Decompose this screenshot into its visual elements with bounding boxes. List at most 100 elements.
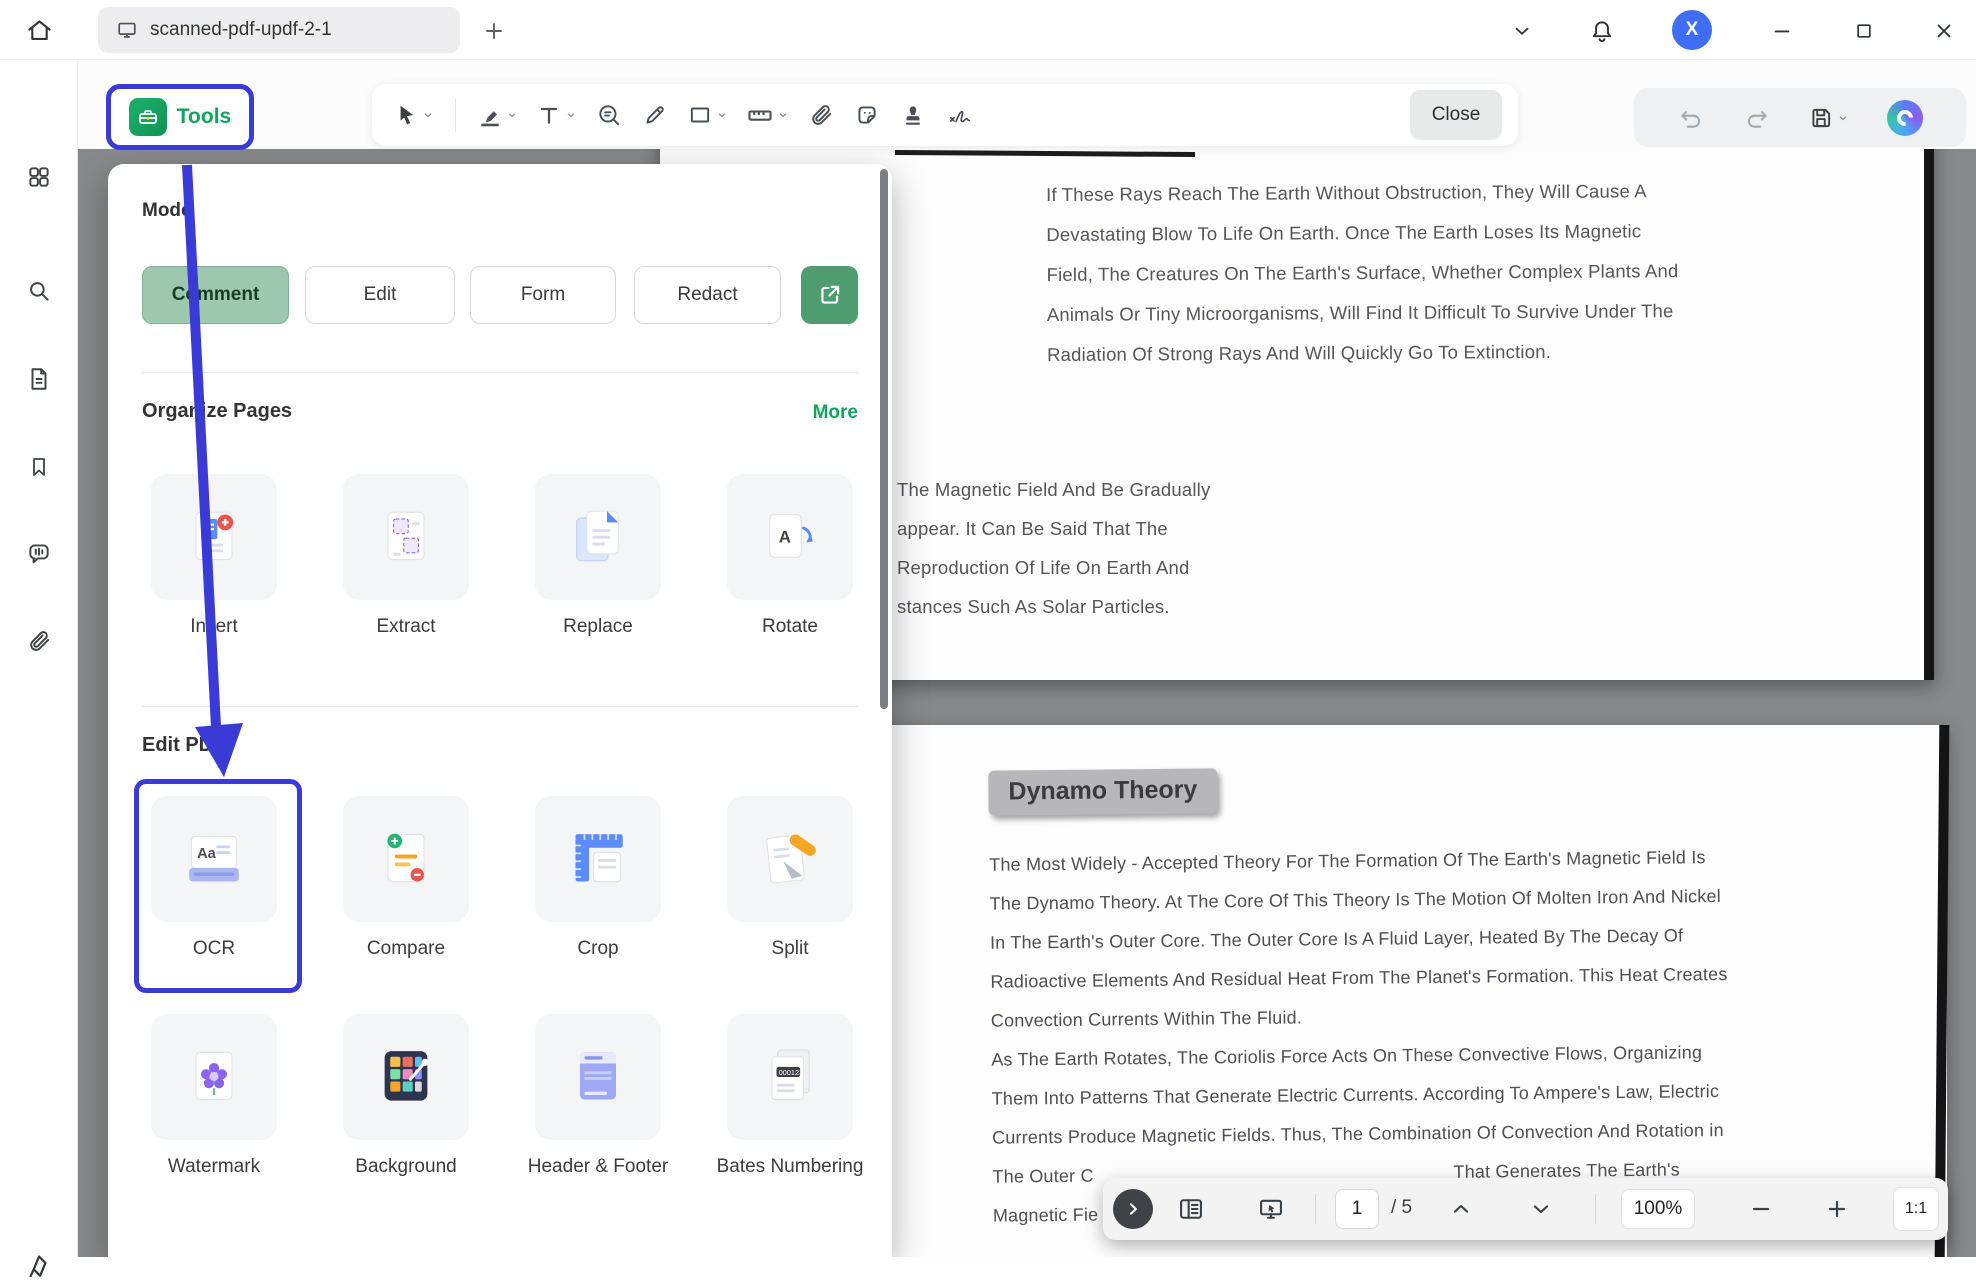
next-page-button[interactable] <box>1523 1191 1559 1227</box>
mode-edit-button[interactable]: Edit <box>305 266 455 324</box>
tool-card-header-footer[interactable]: Header & Footer <box>523 1014 673 1178</box>
shape-tool[interactable] <box>682 92 733 138</box>
zoom-in-button[interactable] <box>1819 1191 1855 1227</box>
sidebar-item-apps[interactable] <box>20 158 58 196</box>
redo-button[interactable] <box>1738 95 1776 141</box>
mode-redact-button[interactable]: Redact <box>634 266 781 324</box>
user-avatar[interactable]: X <box>1672 10 1712 50</box>
maximize-icon <box>1854 21 1874 41</box>
stamp-icon <box>900 102 926 128</box>
bates-numbering-icon: 000123 <box>727 1014 853 1140</box>
tab-list-button[interactable] <box>1504 14 1540 48</box>
tool-card-crop[interactable]: Crop <box>523 796 673 960</box>
note-search-icon <box>596 102 622 128</box>
maximize-button[interactable] <box>1846 14 1882 48</box>
ai-assistant-button[interactable] <box>1882 95 1928 141</box>
chevron-down-icon <box>716 109 728 121</box>
select-cursor-icon <box>393 102 419 128</box>
more-link[interactable]: More <box>813 402 858 424</box>
divider <box>1595 1194 1596 1224</box>
panel-scrollbar[interactable] <box>880 169 888 709</box>
text-tool[interactable] <box>531 92 582 138</box>
sidebar-item-documents[interactable] <box>20 360 58 398</box>
shape-icon <box>687 102 713 128</box>
attach-icon <box>808 102 834 128</box>
chevron-down-icon <box>1529 1197 1553 1221</box>
zoom-out-button[interactable] <box>1743 1191 1779 1227</box>
sticker-tool[interactable] <box>848 92 886 138</box>
sidebar-item-editor[interactable] <box>20 1248 58 1286</box>
tool-card-compare[interactable]: Compare <box>331 796 481 960</box>
tool-card-label: Insert <box>190 616 238 638</box>
tool-card-label: Split <box>772 938 809 960</box>
page-number-input[interactable] <box>1335 1189 1379 1229</box>
mode-comment-button[interactable]: Comment <box>142 266 289 324</box>
open-in-new-window-button[interactable] <box>801 266 858 324</box>
signature-tool[interactable] <box>940 92 980 138</box>
stamp-tool[interactable] <box>894 92 932 138</box>
tools-button[interactable]: Tools <box>106 84 254 150</box>
svg-text:A: A <box>779 528 791 547</box>
previous-page-button[interactable] <box>1443 1191 1479 1227</box>
document-icon <box>26 366 52 392</box>
notifications-button[interactable] <box>1584 14 1620 48</box>
minimize-button[interactable] <box>1764 14 1800 48</box>
highlight-tool[interactable] <box>472 92 523 138</box>
tool-card-extract[interactable]: Extract <box>331 474 481 638</box>
actual-size-button[interactable]: 1:1 <box>1893 1187 1939 1231</box>
mode-button-label: Edit <box>364 284 397 306</box>
organize-pages-label: Organize Pages <box>142 400 292 423</box>
tool-card-split[interactable]: Split <box>715 796 865 960</box>
document-text-line: Magnetic Fie <box>993 1205 1099 1245</box>
tools-button-label: Tools <box>177 105 231 129</box>
close-window-button[interactable] <box>1926 14 1962 48</box>
display-mode-button[interactable] <box>1253 1191 1289 1227</box>
undo-button[interactable] <box>1672 95 1710 141</box>
home-button[interactable] <box>18 13 60 47</box>
chevron-down-icon <box>1837 112 1849 124</box>
document-tab[interactable]: scanned-pdf-updf-2-1 <box>98 7 460 53</box>
select-tool[interactable] <box>388 92 439 138</box>
document-text-line: Reproduction Of Life On Earth And <box>897 548 1210 587</box>
document-text-line: If These Rays Reach The Earth Without Ob… <box>1046 180 1678 224</box>
mode-form-button[interactable]: Form <box>470 266 616 324</box>
chevron-down-icon <box>506 109 518 121</box>
pen-annotate-tool[interactable] <box>636 92 674 138</box>
tool-card-bates-numbering[interactable]: 000123 Bates Numbering <box>715 1014 865 1178</box>
zoom-level[interactable]: 100% <box>1621 1189 1695 1229</box>
tool-card-ocr[interactable]: Aa OCR <box>139 796 289 960</box>
page1-paragraph: If These Rays Reach The Earth Without Ob… <box>1046 180 1679 384</box>
attach-file-tool[interactable] <box>802 92 840 138</box>
tool-card-label: Rotate <box>762 616 818 638</box>
sidebar-item-attachments[interactable] <box>20 622 58 660</box>
tool-card-label: OCR <box>193 938 235 960</box>
text-icon <box>536 102 562 128</box>
tool-card-rotate[interactable]: A Rotate <box>715 474 865 638</box>
monitor-icon <box>116 19 138 41</box>
tool-card-watermark[interactable]: Watermark <box>139 1014 289 1178</box>
new-tab-button[interactable] <box>478 15 510 47</box>
tool-card-insert[interactable]: Insert <box>139 474 289 638</box>
tool-card-label: Crop <box>577 938 618 960</box>
close-button-label: Close <box>1432 104 1481 126</box>
add-tab-icon <box>482 19 506 43</box>
sidebar-item-comments[interactable] <box>20 534 58 572</box>
close-tools-button[interactable]: Close <box>1410 90 1502 140</box>
note-search-tool[interactable] <box>590 92 628 138</box>
page-number-field <box>1335 1189 1379 1229</box>
thumbnail-panel-button[interactable] <box>1173 1191 1209 1227</box>
sidebar-item-search[interactable] <box>20 272 58 310</box>
expand-nav-button[interactable] <box>1113 1189 1153 1229</box>
tool-card-label: Watermark <box>168 1156 260 1178</box>
pen-icon <box>25 1253 53 1281</box>
left-sidebar <box>0 60 78 1257</box>
sidebar-item-bookmarks[interactable] <box>20 448 58 486</box>
chevron-down-icon <box>422 109 434 121</box>
bookmark-icon <box>27 455 51 479</box>
tool-card-background[interactable]: Background <box>331 1014 481 1178</box>
split-icon <box>727 796 853 922</box>
save-button[interactable] <box>1803 95 1854 141</box>
tool-card-replace[interactable]: Replace <box>523 474 673 638</box>
sticker-icon <box>854 102 880 128</box>
measure-tool[interactable] <box>741 92 794 138</box>
